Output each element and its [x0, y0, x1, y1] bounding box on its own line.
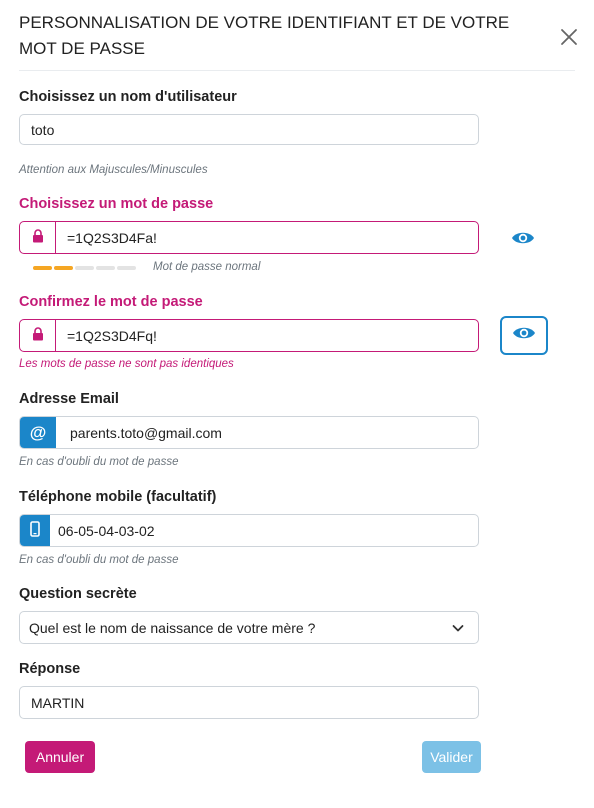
secret-question-select[interactable]: Quel est le nom de naissance de votre mè…	[19, 611, 479, 644]
lock-icon	[32, 229, 44, 246]
strength-segment	[96, 266, 115, 270]
username-input[interactable]: toto	[19, 114, 479, 145]
cancel-button[interactable]: Annuler	[25, 741, 95, 773]
strength-segment	[54, 266, 73, 270]
username-label: Choisissez un nom d'utilisateur	[19, 89, 237, 105]
confirm-password-input[interactable]: =1Q2S3D4Fq!	[19, 319, 479, 352]
phone-addon	[20, 515, 50, 546]
chevron-down-icon	[452, 621, 464, 637]
modal-title: PERSONNALISATION DE VOTRE IDENTIFIANT ET…	[19, 13, 510, 58]
strength-segment	[75, 266, 94, 270]
email-input[interactable]: @ parents.toto@gmail.com	[19, 416, 479, 449]
username-hint: Attention aux Majuscules/Minuscules	[19, 164, 208, 176]
phone-value: 06-05-04-03-02	[58, 522, 155, 539]
at-icon: @	[29, 422, 47, 442]
strength-segment	[117, 266, 136, 270]
password-value: =1Q2S3D4Fa!	[67, 229, 157, 246]
confirm-password-error: Les mots de passe ne sont pas identiques	[19, 358, 234, 370]
secret-question-selected: Quel est le nom de naissance de votre mè…	[29, 619, 316, 636]
submit-button[interactable]: Valider	[422, 741, 481, 773]
username-value: toto	[31, 121, 55, 138]
header-divider	[19, 70, 575, 71]
lock-icon	[32, 327, 44, 344]
email-addon: @	[20, 417, 56, 448]
answer-label: Réponse	[19, 661, 81, 677]
strength-segment	[33, 266, 52, 270]
phone-input[interactable]: 06-05-04-03-02	[19, 514, 479, 547]
eye-icon[interactable]	[511, 229, 537, 247]
phone-label: Téléphone mobile (facultatif)	[19, 489, 217, 505]
toggle-password-visibility-button[interactable]	[500, 316, 548, 355]
confirm-password-label: Confirmez le mot de passe	[19, 294, 203, 310]
phone-hint: En cas d'oubli du mot de passe	[19, 554, 179, 566]
mobile-phone-icon	[30, 521, 40, 540]
eye-icon	[512, 324, 536, 347]
answer-input[interactable]: MARTIN	[19, 686, 479, 719]
close-icon[interactable]	[558, 26, 580, 48]
secret-question-label: Question secrète	[19, 586, 137, 602]
email-value: parents.toto@gmail.com	[70, 424, 222, 441]
password-lock-addon	[20, 222, 56, 253]
confirm-lock-addon	[20, 320, 56, 351]
email-hint: En cas d'oubli du mot de passe	[19, 456, 179, 468]
password-strength-meter	[33, 266, 136, 270]
answer-value: MARTIN	[31, 694, 85, 711]
password-label: Choisissez un mot de passe	[19, 196, 214, 212]
password-input[interactable]: =1Q2S3D4Fa!	[19, 221, 479, 254]
confirm-password-value: =1Q2S3D4Fq!	[67, 327, 157, 344]
password-strength-label: Mot de passe normal	[153, 261, 261, 273]
modal-header: PERSONNALISATION DE VOTRE IDENTIFIANT ET…	[19, 10, 539, 62]
email-label: Adresse Email	[19, 391, 119, 407]
